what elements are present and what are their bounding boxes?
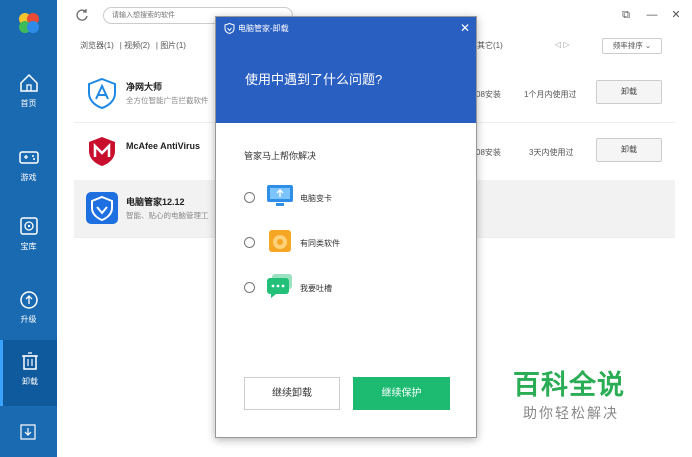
- refresh-icon[interactable]: [75, 8, 89, 22]
- close-icon[interactable]: ✕: [669, 8, 683, 22]
- safe-icon: [19, 217, 38, 235]
- sidebar-item-label: 卸载: [22, 377, 38, 386]
- chat-bubble-icon: [267, 274, 292, 298]
- shield-icon: [224, 23, 235, 34]
- jingwang-icon: [88, 77, 116, 109]
- option-label: 有同类软件: [300, 239, 340, 248]
- sidebar-item-label: 宝库: [20, 242, 37, 251]
- sidebar-item-treasury[interactable]: 宝库: [0, 205, 57, 271]
- radio-button[interactable]: [244, 192, 255, 203]
- filter-image[interactable]: 图片(1): [160, 41, 186, 50]
- filter-other[interactable]: 其它(1): [477, 40, 503, 51]
- app-installed: 08安装: [476, 90, 501, 99]
- dialog-question: 使用中遇到了什么问题?: [245, 72, 383, 87]
- dialog-header: 电脑管家-卸载 ✕ 使用中遇到了什么问题?: [216, 17, 476, 123]
- app-name: 电脑管家12.12: [126, 197, 185, 207]
- watermark-title: 百科全说: [513, 370, 625, 400]
- pc-manager-icon: [86, 192, 118, 224]
- app-usage: 3天内使用过: [529, 148, 574, 157]
- option-complain[interactable]: 我要吐槽: [244, 273, 454, 303]
- dialog-title: 电脑管家-卸载: [238, 24, 289, 33]
- watermark: 百科全说 助你轻松解决: [493, 347, 668, 433]
- sidebar-item-home[interactable]: 首页: [0, 62, 57, 128]
- sidebar: 首页 游戏 宝库 升级 卸载: [0, 0, 57, 457]
- app-name: McAfee AntiVirus: [126, 141, 201, 151]
- app-usage: 1个月内使用过: [524, 90, 577, 99]
- mcafee-icon: [89, 137, 115, 166]
- option-label: 我要吐槽: [300, 284, 332, 293]
- filter-browser[interactable]: 浏览器(1): [80, 41, 114, 50]
- option-pc-slow[interactable]: 电脑变卡: [244, 183, 454, 213]
- app-installed: 08安装: [476, 148, 501, 157]
- radio-button[interactable]: [244, 237, 255, 248]
- pager[interactable]: ◁ ▷: [555, 40, 570, 49]
- minimize-icon[interactable]: —: [645, 8, 659, 22]
- sidebar-item-label: 首页: [20, 99, 37, 108]
- app-name: 净网大师: [126, 82, 163, 92]
- dialog-subtitle: 管家马上帮你解决: [244, 151, 317, 161]
- app-logo-icon: [19, 13, 39, 33]
- software-box-icon: [269, 230, 291, 252]
- filter-video[interactable]: 视频(2): [124, 41, 150, 50]
- sort-dropdown[interactable]: 频率排序 ⌄: [602, 38, 662, 54]
- sidebar-item-label: 升级: [20, 315, 37, 324]
- category-filters: 浏览器(1) | 视频(2) | 图片(1): [80, 41, 186, 50]
- download-icon[interactable]: [20, 424, 36, 440]
- continue-uninstall-button[interactable]: 继续卸载: [244, 377, 340, 410]
- uninstall-button[interactable]: 卸载: [596, 80, 662, 104]
- radio-button[interactable]: [244, 282, 255, 293]
- monitor-icon: [267, 185, 293, 206]
- app-desc: 智能、贴心的电脑管理工: [126, 211, 209, 220]
- home-icon: [19, 73, 38, 92]
- sidebar-item-label: 游戏: [20, 173, 37, 182]
- sidebar-item-games[interactable]: 游戏: [0, 136, 57, 202]
- upgrade-icon: [19, 291, 38, 309]
- app-desc: 全方位智能广告拦截软件: [126, 96, 209, 105]
- watermark-subtitle: 助你轻松解决: [523, 405, 619, 421]
- sidebar-item-uninstall[interactable]: 卸载: [0, 340, 57, 406]
- uninstall-dialog: 电脑管家-卸载 ✕ 使用中遇到了什么问题? 管家马上帮你解决 电脑变卡 有同类软…: [215, 16, 477, 438]
- restore-icon[interactable]: ⧉: [619, 8, 633, 22]
- uninstall-button[interactable]: 卸载: [596, 138, 662, 162]
- continue-protect-button[interactable]: 继续保护: [353, 377, 450, 410]
- sidebar-item-upgrade[interactable]: 升级: [0, 278, 57, 344]
- gamepad-icon: [18, 151, 39, 164]
- option-label: 电脑变卡: [300, 194, 332, 203]
- dialog-close-icon[interactable]: ✕: [460, 21, 470, 35]
- option-similar-software[interactable]: 有同类软件: [244, 228, 454, 258]
- trash-icon: [22, 352, 38, 370]
